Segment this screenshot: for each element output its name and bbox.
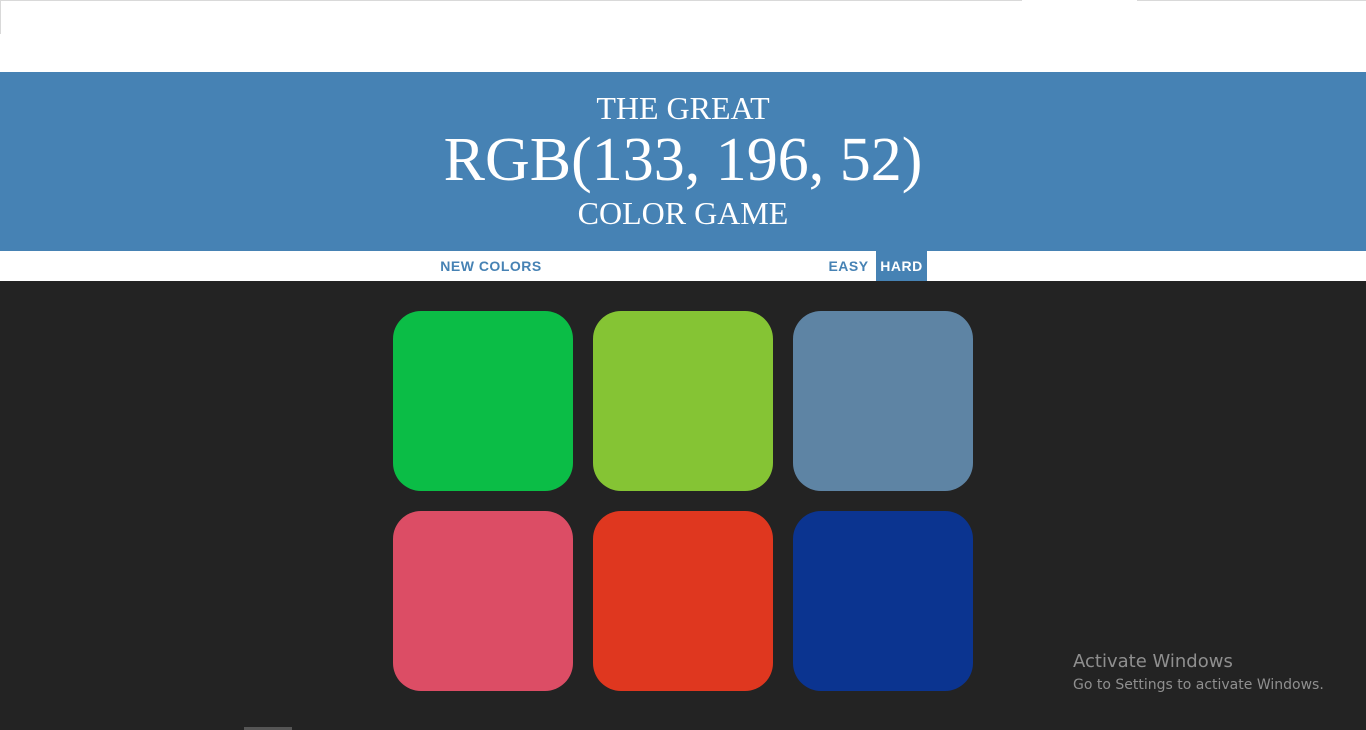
color-square[interactable] bbox=[393, 511, 573, 691]
divider bbox=[0, 0, 1, 34]
new-colors-button[interactable]: NEW COLORS bbox=[438, 251, 544, 281]
title-line-the-great: THE GREAT bbox=[596, 90, 770, 126]
color-square[interactable] bbox=[793, 311, 973, 491]
divider bbox=[1137, 0, 1366, 1]
color-square[interactable] bbox=[593, 311, 773, 491]
watermark-subtitle: Go to Settings to activate Windows. bbox=[1073, 677, 1324, 693]
controls-bar: NEW COLORS EASY HARD bbox=[0, 251, 1366, 281]
watermark-title: Activate Windows bbox=[1073, 651, 1233, 672]
color-square[interactable] bbox=[393, 311, 573, 491]
divider bbox=[0, 0, 1022, 1]
target-rgb-display: RGB(133, 196, 52) bbox=[443, 126, 923, 194]
game-header: THE GREAT RGB(133, 196, 52) COLOR GAME bbox=[0, 72, 1366, 251]
status-message bbox=[560, 251, 810, 281]
easy-mode-button[interactable]: EASY bbox=[823, 251, 874, 281]
title-line-color-game: COLOR GAME bbox=[577, 195, 789, 231]
color-square[interactable] bbox=[793, 511, 973, 691]
hard-mode-button[interactable]: HARD bbox=[876, 251, 927, 281]
activate-windows-watermark: Activate Windows Go to Settings to activ… bbox=[1073, 650, 1324, 696]
browser-top-area bbox=[0, 0, 1366, 72]
color-square[interactable] bbox=[593, 511, 773, 691]
